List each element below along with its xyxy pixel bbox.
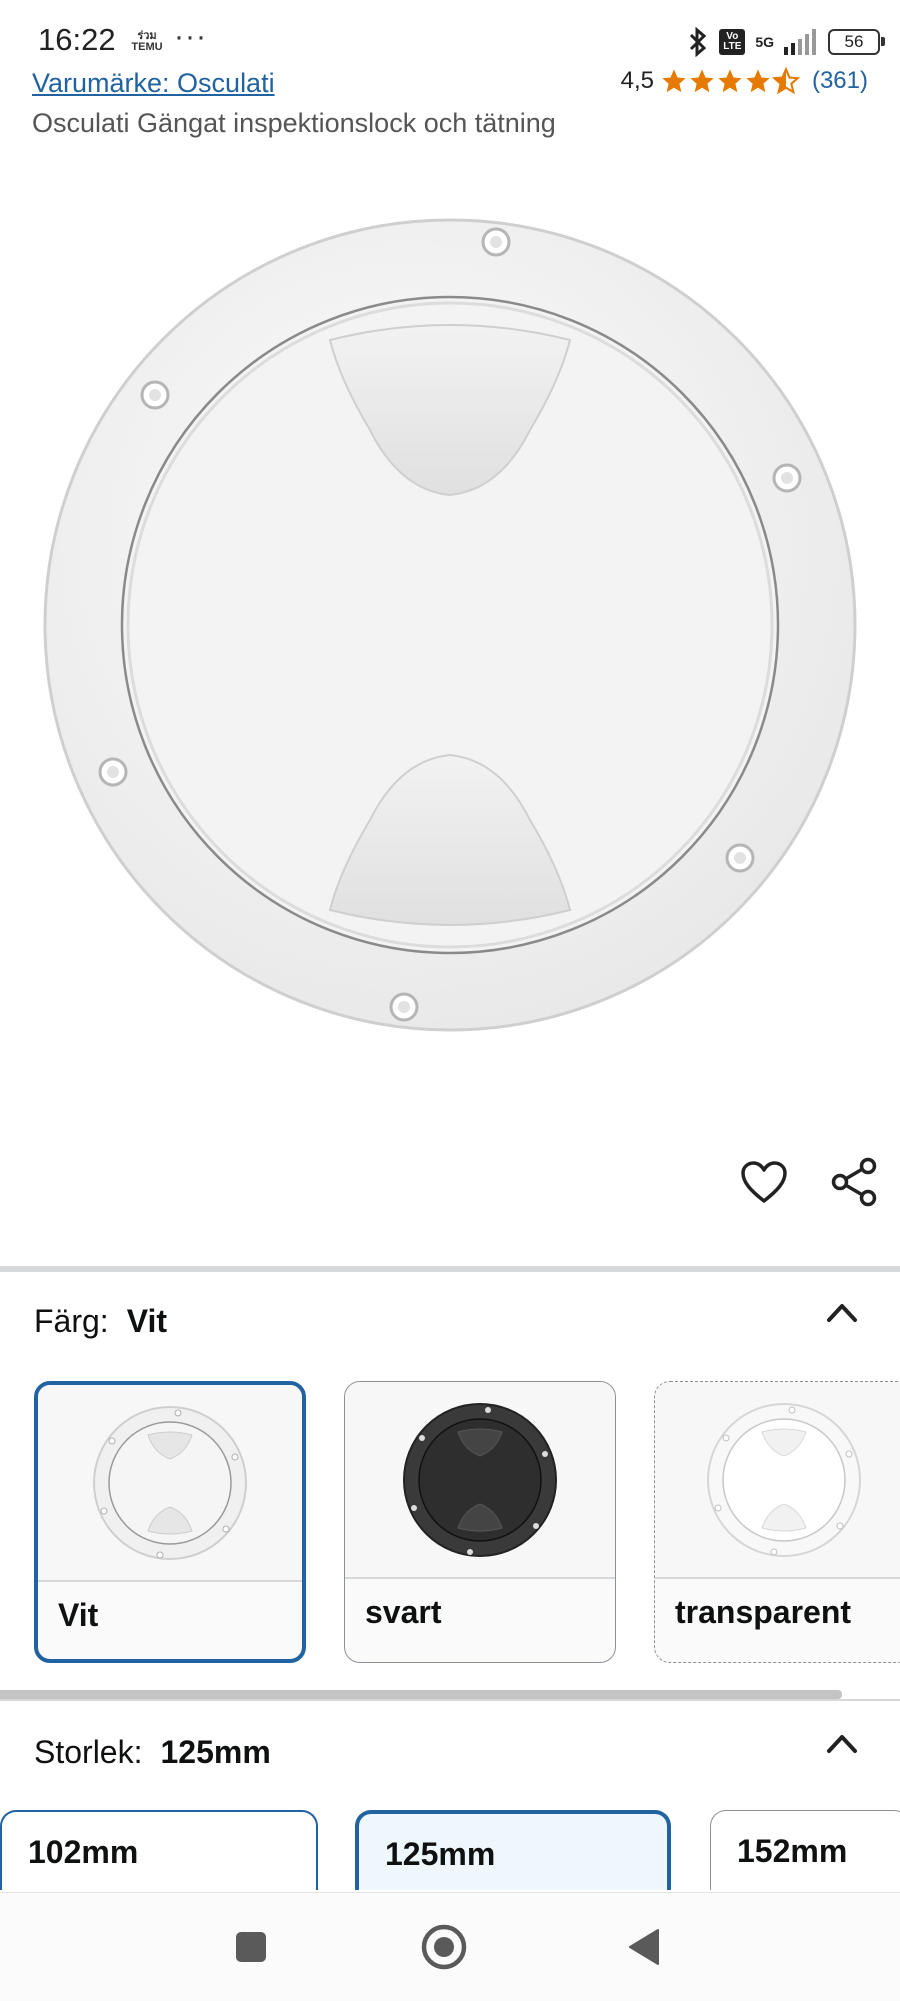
- size-option-label: 125mm: [385, 1836, 496, 1872]
- swatch-label: transparent: [675, 1594, 852, 1630]
- section-divider: [0, 1266, 900, 1272]
- swatch-label: svart: [365, 1594, 442, 1630]
- bluetooth-icon: [690, 27, 707, 57]
- share-button[interactable]: [830, 1157, 878, 1207]
- brand-link[interactable]: Varumärke: Osculati: [32, 68, 275, 99]
- star-icon: [690, 69, 714, 93]
- size-selected-value: 125mm: [160, 1734, 271, 1770]
- star-icon: [746, 69, 770, 93]
- color-selected-value: Vit: [126, 1303, 167, 1339]
- product-title: Osculati Gängat inspektionslock och tätn…: [32, 108, 556, 138]
- size-option-102mm[interactable]: 102mm: [0, 1810, 318, 1890]
- horizontal-scrollbar[interactable]: [0, 1690, 842, 1699]
- half-star-icon: [771, 67, 800, 95]
- back-triangle-icon: [629, 1929, 659, 1965]
- swatch-image: [38, 1385, 302, 1581]
- more-notifications-icon: ···: [174, 20, 207, 53]
- star-icon: [718, 69, 742, 93]
- color-label: Färg:: [34, 1303, 109, 1339]
- chevron-up-icon[interactable]: [824, 1731, 860, 1755]
- section-divider: [0, 1699, 900, 1701]
- product-image[interactable]: [40, 190, 860, 1070]
- temu-notification-icon: ร่วม TEMU: [131, 30, 163, 53]
- size-label: Storlek:: [34, 1734, 143, 1770]
- status-time: 16:22: [38, 22, 116, 57]
- share-icon: [831, 1157, 877, 1207]
- swatch-label: Vit: [58, 1597, 99, 1633]
- volte-icon: Vo LTE: [719, 29, 746, 55]
- size-option-label: 152mm: [737, 1833, 848, 1869]
- color-swatch-transparent[interactable]: transparent: [654, 1381, 900, 1663]
- wishlist-button[interactable]: [740, 1158, 788, 1206]
- chevron-up-icon[interactable]: [824, 1300, 860, 1324]
- color-selector-header[interactable]: Färg: Vit: [34, 1303, 167, 1340]
- rating-value: 4,5: [620, 67, 654, 94]
- swatch-image: [345, 1382, 615, 1578]
- home-circle-icon: [421, 1924, 467, 1970]
- back-button[interactable]: [620, 1923, 668, 1971]
- swatch-image: [655, 1382, 900, 1578]
- heart-icon: [741, 1161, 787, 1203]
- size-option-label: 102mm: [28, 1834, 139, 1870]
- home-button[interactable]: [420, 1923, 468, 1971]
- star-rating: [660, 67, 800, 95]
- rating-summary[interactable]: 4,5 (361): [621, 67, 868, 95]
- size-option-152mm[interactable]: 152mm: [710, 1810, 900, 1890]
- star-icon: [662, 69, 686, 93]
- color-swatch-svart[interactable]: svart: [344, 1381, 616, 1663]
- color-swatch-vit[interactable]: Vit: [34, 1381, 306, 1663]
- size-selector-header[interactable]: Storlek: 125mm: [34, 1734, 271, 1771]
- system-navigation-bar: [0, 1892, 900, 2001]
- size-option-125mm[interactable]: 125mm: [355, 1810, 671, 1890]
- review-count-link[interactable]: (361): [812, 67, 868, 95]
- recents-button[interactable]: [227, 1923, 275, 1971]
- signal-icon: [784, 29, 816, 55]
- network-type: 5G: [755, 34, 774, 50]
- square-icon: [236, 1932, 266, 1962]
- battery-icon: 56: [828, 29, 885, 55]
